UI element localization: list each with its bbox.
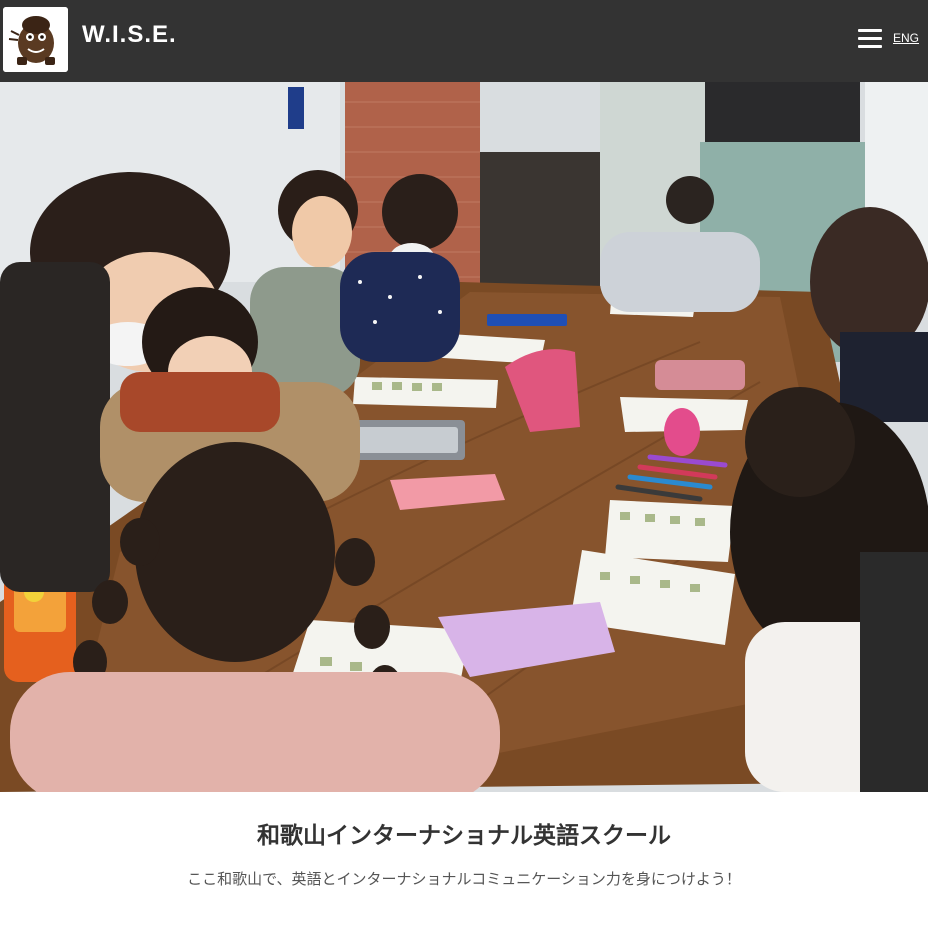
intro-section: 和歌山インターナショナル英語スクール ここ和歌山で、英語とインターナショナルコミ… [0, 816, 928, 889]
page-title: 和歌山インターナショナル英語スクール [257, 823, 671, 849]
hero-image [0, 82, 928, 792]
classroom-photo [0, 82, 928, 792]
site-header: W.I.S.E. ENG [0, 0, 928, 82]
logo[interactable] [3, 7, 68, 72]
page-subtitle: ここ和歌山で、英語とインターナショナルコミュニケーション力を身につけよう！ [187, 870, 741, 888]
brand-name[interactable]: W.I.S.E. [82, 21, 177, 49]
mascot-logo-icon [3, 7, 68, 72]
language-switch-link[interactable]: ENG [893, 31, 919, 45]
hamburger-menu-icon[interactable] [856, 27, 884, 51]
